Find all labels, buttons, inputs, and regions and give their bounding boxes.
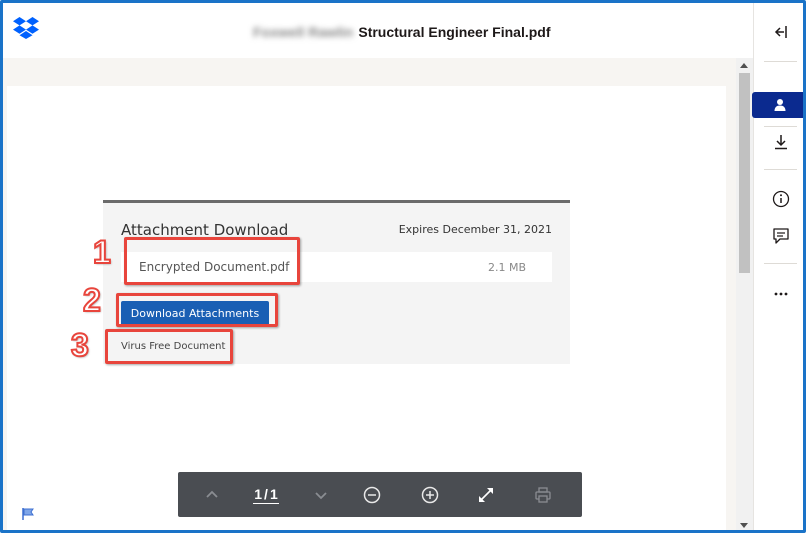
callout-box-2 <box>116 293 278 327</box>
callout-number-2: 2 <box>82 281 102 319</box>
callout-box-3 <box>105 329 233 364</box>
previous-page-button[interactable] <box>198 472 226 517</box>
expiry-date: Expires December 31, 2021 <box>398 223 552 236</box>
zoom-out-button[interactable] <box>358 472 386 517</box>
rail-divider <box>764 169 797 170</box>
comment-icon <box>772 228 789 244</box>
page-indicator[interactable]: 1/1 <box>240 472 292 517</box>
callout-number-3: 3 <box>70 326 90 364</box>
more-icon <box>774 292 787 296</box>
chevron-down-icon <box>315 491 327 499</box>
owner-name: Foxwell Rawlin <box>253 24 354 40</box>
document-viewer[interactable]: Attachment Download Expires December 31,… <box>3 58 736 530</box>
scroll-up-arrow-icon[interactable] <box>740 63 748 68</box>
next-page-button[interactable] <box>307 472 335 517</box>
vertical-scrollbar[interactable] <box>736 58 753 530</box>
info-icon <box>772 190 789 208</box>
page-separator: / <box>264 485 268 502</box>
fullscreen-button[interactable] <box>472 472 500 517</box>
file-title: Structural Engineer Final.pdf <box>358 24 551 40</box>
right-sidebar-rail <box>752 3 803 530</box>
total-pages: 1 <box>269 485 278 502</box>
callout-box-1 <box>124 237 300 285</box>
person-icon <box>774 99 785 111</box>
download-icon <box>774 135 787 150</box>
comments-button[interactable] <box>754 221 803 251</box>
flag-icon[interactable] <box>21 507 35 521</box>
attached-file-size: 2.1 MB <box>487 261 526 274</box>
print-button[interactable] <box>529 472 557 517</box>
info-button[interactable] <box>754 184 803 214</box>
pdf-toolbar: 1/1 <box>178 472 582 517</box>
download-button[interactable] <box>754 127 803 157</box>
scroll-down-arrow-icon[interactable] <box>740 523 748 528</box>
chevron-up-icon <box>206 490 218 498</box>
collapse-icon <box>774 26 787 38</box>
file-title-area: Foxwell Rawlin Structural Engineer Final… <box>253 22 551 42</box>
scrollbar-thumb[interactable] <box>739 73 750 273</box>
zoom-in-button[interactable] <box>416 472 444 517</box>
zoom-out-icon <box>363 486 381 503</box>
zoom-in-icon <box>421 486 439 503</box>
collapse-sidebar-button[interactable] <box>754 17 803 47</box>
rail-divider <box>764 263 797 264</box>
dropbox-logo-icon[interactable] <box>13 17 39 39</box>
callout-number-1: 1 <box>92 233 112 271</box>
print-icon <box>535 486 551 503</box>
pdf-page: Attachment Download Expires December 31,… <box>7 86 726 530</box>
more-options-button[interactable] <box>754 279 803 309</box>
current-page: 1 <box>254 485 263 502</box>
rail-divider <box>764 61 797 62</box>
fullscreen-icon <box>479 487 493 502</box>
header-bar: Foxwell Rawlin Structural Engineer Final… <box>3 3 753 58</box>
people-panel-button[interactable] <box>752 92 803 118</box>
app-frame: Foxwell Rawlin Structural Engineer Final… <box>0 0 806 533</box>
